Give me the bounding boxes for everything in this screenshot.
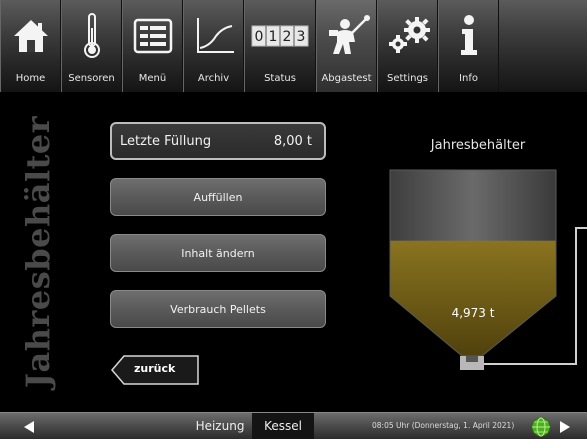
- arrow-left-icon[interactable]: [22, 419, 36, 438]
- arrow-right-icon[interactable]: [558, 419, 572, 438]
- screen: Home Sensoren Menü Archiv 0 1 2 3 Status…: [0, 0, 587, 439]
- datetime-text: 08:05 Uhr (Donnerstag, 1. April 2021): [372, 421, 515, 430]
- container-graphic: [389, 169, 587, 370]
- tab-kessel[interactable]: Kessel: [252, 413, 314, 439]
- tab-heizung[interactable]: Heizung: [188, 413, 252, 439]
- bottom-bar: Heizung Kessel 08:05 Uhr (Donnerstag, 1.…: [0, 412, 587, 439]
- outlet-inner: [466, 356, 478, 362]
- globe-icon[interactable]: [531, 417, 551, 439]
- container-level-text: 4,973 t: [451, 306, 495, 320]
- pellet-fill: [390, 240, 556, 356]
